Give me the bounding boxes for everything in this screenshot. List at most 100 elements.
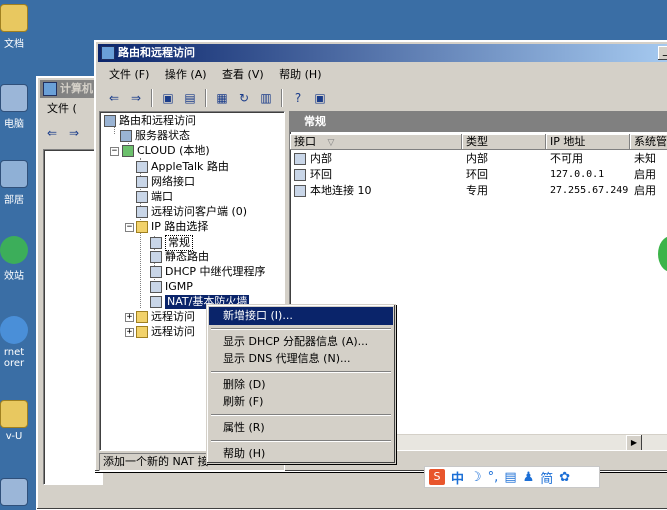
- properties-icon[interactable]: ▦: [213, 89, 231, 107]
- ime-mode[interactable]: 中: [451, 468, 464, 487]
- routing-root-icon: [104, 115, 116, 127]
- menu-item-show-dns[interactable]: 显示 DNS 代理信息 (N)...: [209, 350, 393, 368]
- desktop-icon-label: 部居: [4, 195, 24, 206]
- tree-item-appletalk[interactable]: AppleTalk 路由: [136, 160, 229, 174]
- up-folder-icon[interactable]: ▣: [159, 89, 177, 107]
- sort-descending-icon: ▽: [327, 138, 335, 148]
- column-header-ip[interactable]: IP 地址: [546, 134, 630, 150]
- remote-clients-icon: [136, 206, 148, 218]
- dhcp-relay-icon: [150, 266, 162, 278]
- menu-item-show-dhcp[interactable]: 显示 DHCP 分配器信息 (A)...: [209, 333, 393, 351]
- tree-item-remote-log[interactable]: 远程访问: [136, 325, 195, 339]
- tree-item-network-interfaces[interactable]: 网络接口: [136, 175, 195, 189]
- computer-icon: [0, 478, 28, 506]
- tree-item-remote-clients[interactable]: 远程访问客户端 (0): [136, 205, 247, 219]
- menu-action[interactable]: 操作 (A): [159, 65, 213, 85]
- desktop-icon-label: 文档: [4, 39, 24, 50]
- appletalk-icon: [136, 161, 148, 173]
- igmp-icon: [150, 281, 162, 293]
- back-menu-file[interactable]: 文件 (: [41, 99, 83, 119]
- back-arrow-icon[interactable]: ⇐: [43, 124, 61, 142]
- expander-ip-routing[interactable]: −: [125, 223, 134, 232]
- minimize-button[interactable]: _: [658, 46, 667, 60]
- menu-item-properties[interactable]: 属性 (R): [209, 419, 393, 437]
- refresh-icon[interactable]: ↻: [235, 89, 253, 107]
- interface-icon: [294, 185, 306, 197]
- desktop-icon-label: rnet orer: [3, 347, 25, 369]
- back-icon[interactable]: ⇐: [105, 89, 123, 107]
- desktop-icon-usb[interactable]: v-U: [0, 400, 34, 442]
- menu-help[interactable]: 帮助 (H): [273, 65, 327, 85]
- server-status-icon: [120, 130, 132, 142]
- forward-arrow-icon[interactable]: ⇒: [65, 124, 83, 142]
- main-window-titlebar[interactable]: 路由和远程访问 _: [98, 44, 667, 62]
- desktop-icon-extra[interactable]: [0, 478, 34, 509]
- tree-item-remote-policy[interactable]: 远程访问: [136, 310, 195, 324]
- cell-interface: 内部: [310, 152, 332, 165]
- tree-item-general[interactable]: 常规: [150, 235, 193, 251]
- routing-icon: [101, 46, 115, 60]
- cell-type: 环回: [466, 168, 488, 181]
- expander-remote-policy[interactable]: +: [125, 313, 134, 322]
- tree-item-igmp[interactable]: IGMP: [150, 280, 193, 294]
- show-tree-icon[interactable]: ▤: [181, 89, 199, 107]
- tree-item-cloud[interactable]: CLOUD (本地): [122, 144, 210, 158]
- folder-icon: [0, 4, 28, 32]
- computer-management-icon: [43, 82, 57, 96]
- desktop-icon-documents[interactable]: 文档: [0, 4, 34, 50]
- table-row[interactable]: 内部 内部 不可用 未知: [290, 152, 667, 167]
- keyboard-icon[interactable]: ▤: [504, 470, 516, 485]
- desktop-icon-recycle[interactable]: 效站: [0, 236, 34, 282]
- tree-item-static-routes[interactable]: 静态路由: [150, 250, 209, 264]
- user-icon[interactable]: ♟: [523, 470, 535, 485]
- cell-type: 专用: [466, 184, 488, 197]
- menu-item-delete[interactable]: 删除 (D): [209, 376, 393, 394]
- back-window-title: 计算机: [60, 82, 93, 95]
- folder-icon: [136, 221, 148, 233]
- tree-item-server-status[interactable]: 服务器状态: [120, 129, 190, 143]
- menu-item-refresh[interactable]: 刷新 (F): [209, 393, 393, 411]
- cell-interface: 本地连接 10: [310, 184, 372, 197]
- interface-icon: [294, 153, 306, 165]
- desktop-icon-network[interactable]: 部居: [0, 160, 34, 206]
- desktop-icon-label: 电脑: [4, 119, 24, 130]
- expander-remote-log[interactable]: +: [125, 328, 134, 337]
- column-header-interface[interactable]: 接口 ▽: [290, 134, 462, 150]
- ime-toolbar[interactable]: S 中 ☽ °, ▤ ♟ 简 ✿: [424, 466, 600, 488]
- menu-item-new-interface[interactable]: 新增接口 (I)...: [209, 307, 393, 325]
- export-list-icon[interactable]: ▥: [257, 89, 275, 107]
- network-icon: [0, 160, 28, 188]
- network-interface-icon: [136, 176, 148, 188]
- tree-item-ports[interactable]: 端口: [136, 190, 173, 204]
- column-header-type[interactable]: 类型: [462, 134, 546, 150]
- scroll-right-button[interactable]: ▶: [626, 435, 642, 450]
- column-header-status[interactable]: 系统管: [630, 134, 667, 150]
- tree-item-dhcp-relay[interactable]: DHCP 中继代理程序: [150, 265, 266, 279]
- console-icon[interactable]: ▣: [311, 89, 329, 107]
- expander-cloud[interactable]: −: [110, 147, 119, 156]
- desktop-icon-ie[interactable]: rnet orer: [0, 316, 34, 369]
- table-row[interactable]: 环回 环回 127.0.0.1 启用: [290, 168, 667, 183]
- ime-logo-icon[interactable]: S: [429, 469, 445, 485]
- menu-item-help[interactable]: 帮助 (H): [209, 445, 393, 463]
- static-routes-icon: [150, 251, 162, 263]
- forward-icon[interactable]: ⇒: [127, 89, 145, 107]
- settings-icon[interactable]: ✿: [559, 470, 570, 485]
- tree-item-root[interactable]: 路由和远程访问: [104, 114, 196, 128]
- menu-view[interactable]: 查看 (V): [216, 65, 270, 85]
- status-text: 添加一个新的 NAT 接: [103, 455, 209, 468]
- table-row[interactable]: 本地连接 10 专用 27.255.67.249 启用: [290, 184, 667, 199]
- interface-icon: [294, 169, 306, 181]
- context-menu[interactable]: 新增接口 (I)... 显示 DHCP 分配器信息 (A)... 显示 DNS …: [206, 304, 396, 464]
- help-icon[interactable]: ?: [289, 89, 307, 107]
- tree-item-ip-routing[interactable]: IP 路由选择: [136, 220, 208, 234]
- punctuation-icon[interactable]: °,: [488, 470, 499, 485]
- moon-icon[interactable]: ☽: [470, 470, 482, 485]
- cell-ip: 不可用: [550, 152, 583, 165]
- internet-explorer-icon: [0, 316, 28, 344]
- folder-icon: [136, 326, 148, 338]
- cell-interface: 环回: [310, 168, 332, 181]
- desktop-icon-computer[interactable]: 电脑: [0, 84, 34, 130]
- ime-simplified[interactable]: 简: [540, 468, 553, 487]
- menu-file[interactable]: 文件 (F): [103, 65, 155, 85]
